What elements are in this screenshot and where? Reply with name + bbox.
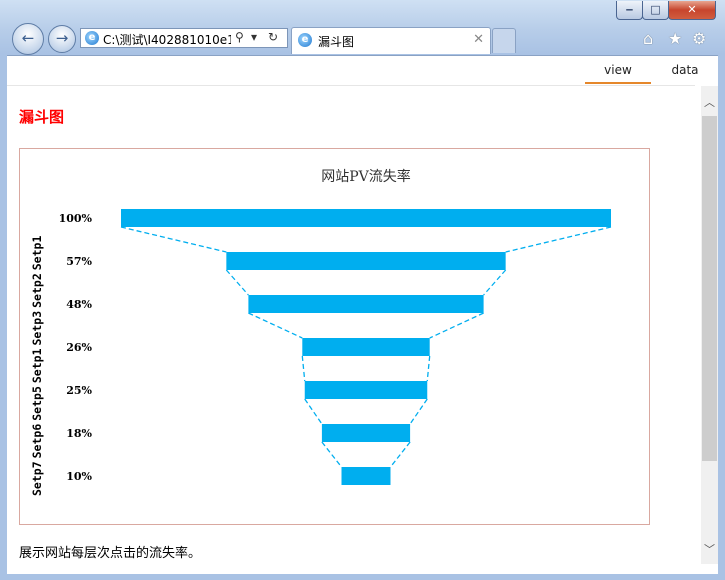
funnel-value-label: 26% <box>66 341 92 354</box>
scroll-thumb[interactable] <box>702 116 717 461</box>
funnel-bar <box>248 295 484 313</box>
funnel-connector-left <box>225 269 249 296</box>
funnel-connector-right <box>505 226 612 253</box>
page-title: 漏斗图 <box>19 108 65 126</box>
chart-title: 网站PV流失率 <box>321 168 411 185</box>
maximize-button[interactable]: □ <box>642 1 669 20</box>
funnel-connector-left <box>120 226 227 253</box>
forward-button[interactable]: → <box>48 25 76 53</box>
category-label: Setp7 <box>30 461 44 496</box>
funnel-connector-right <box>409 398 428 425</box>
tab-divider <box>7 85 695 86</box>
home-icon[interactable]: ⌂ <box>643 29 653 48</box>
funnel-connector-right <box>389 441 411 468</box>
tab-ie-icon: e <box>298 33 312 47</box>
funnel-bar <box>226 252 506 270</box>
category-label: Setp5 <box>30 386 44 421</box>
search-icon[interactable]: ⚲ <box>235 30 244 44</box>
tab-close-icon[interactable]: ✕ <box>473 32 484 47</box>
category-label: Setp1 <box>30 348 44 383</box>
scroll-down-icon[interactable]: ﹀ <box>701 541 718 557</box>
scroll-up-icon[interactable]: ︿ <box>701 94 718 110</box>
new-tab-button[interactable] <box>492 28 516 53</box>
category-label: Setp3 <box>30 311 44 346</box>
dropdown-icon[interactable]: ▾ <box>251 30 257 44</box>
funnel-connector-left <box>301 355 306 382</box>
minimize-button[interactable]: ‒ <box>616 1 643 20</box>
funnel-bar <box>302 338 430 356</box>
forward-arrow-icon: → <box>55 29 69 47</box>
funnel-connector-left <box>304 398 323 425</box>
funnel-value-label: 25% <box>66 384 92 397</box>
funnel-bar <box>321 424 411 442</box>
refresh-icon[interactable]: ↻ <box>268 30 278 44</box>
back-arrow-icon: ← <box>21 29 35 47</box>
funnel-value-label: 10% <box>66 470 92 483</box>
address-bar[interactable]: e C:\测试\I402881010e1 ⚲ ▾ ↻ <box>80 28 288 48</box>
page-content: view data ︿ ﹀ 漏斗图 网站PV流失率 100% 57% 48% 26% 2… <box>7 55 718 574</box>
funnel-connector-left <box>321 441 343 468</box>
address-url[interactable]: C:\测试\I402881010e1 <box>103 31 231 48</box>
funnel-chart-container: 网站PV流失率 100% 57% 48% 26% 25% 18% 10% Setp7 Setp6… <box>19 148 650 525</box>
funnel-connector-right <box>426 355 431 382</box>
browser-window: ‒ □ ✕ ← → e C:\测试\I402881010e1 ⚲ ▾ ↻ e 漏… <box>0 0 725 580</box>
chart-caption: 展示网站每层次点击的流失率。 <box>19 546 202 561</box>
browser-tab[interactable]: e 漏斗图 ✕ <box>291 27 491 54</box>
tab-title: 漏斗图 <box>318 35 355 49</box>
category-axis-labels: Setp7 Setp6 Setp5 Setp1 Setp3 Setp2 Setp1 <box>30 236 44 496</box>
gear-icon[interactable]: ⚙ <box>692 29 706 48</box>
vertical-scrollbar[interactable]: ︿ ﹀ <box>701 86 718 564</box>
category-label: Setp1 <box>30 236 44 271</box>
funnel-connector-right <box>429 312 484 339</box>
close-window-button[interactable]: ✕ <box>668 1 716 20</box>
category-label: Setp6 <box>30 424 44 459</box>
funnel-bar <box>304 381 428 399</box>
funnel-value-label: 48% <box>66 298 92 311</box>
tab-data[interactable]: data <box>653 62 717 82</box>
funnel-bar <box>341 467 391 485</box>
funnel-value-label: 100% <box>59 212 93 225</box>
category-label: Setp2 <box>30 273 44 308</box>
favorites-star-icon[interactable]: ★ <box>668 29 682 48</box>
funnel-value-label: 57% <box>66 255 92 268</box>
ie-page-icon: e <box>85 31 99 45</box>
funnel-value-label: 18% <box>66 427 92 440</box>
tab-view[interactable]: view <box>585 62 651 84</box>
funnel-chart: 网站PV流失率 100% 57% 48% 26% 25% 18% 10% Setp7 Setp6… <box>30 168 612 496</box>
funnel-connector-right <box>483 269 507 296</box>
funnel-connector-left <box>248 312 303 339</box>
funnel-bar <box>121 209 611 227</box>
back-button[interactable]: ← <box>12 23 44 55</box>
